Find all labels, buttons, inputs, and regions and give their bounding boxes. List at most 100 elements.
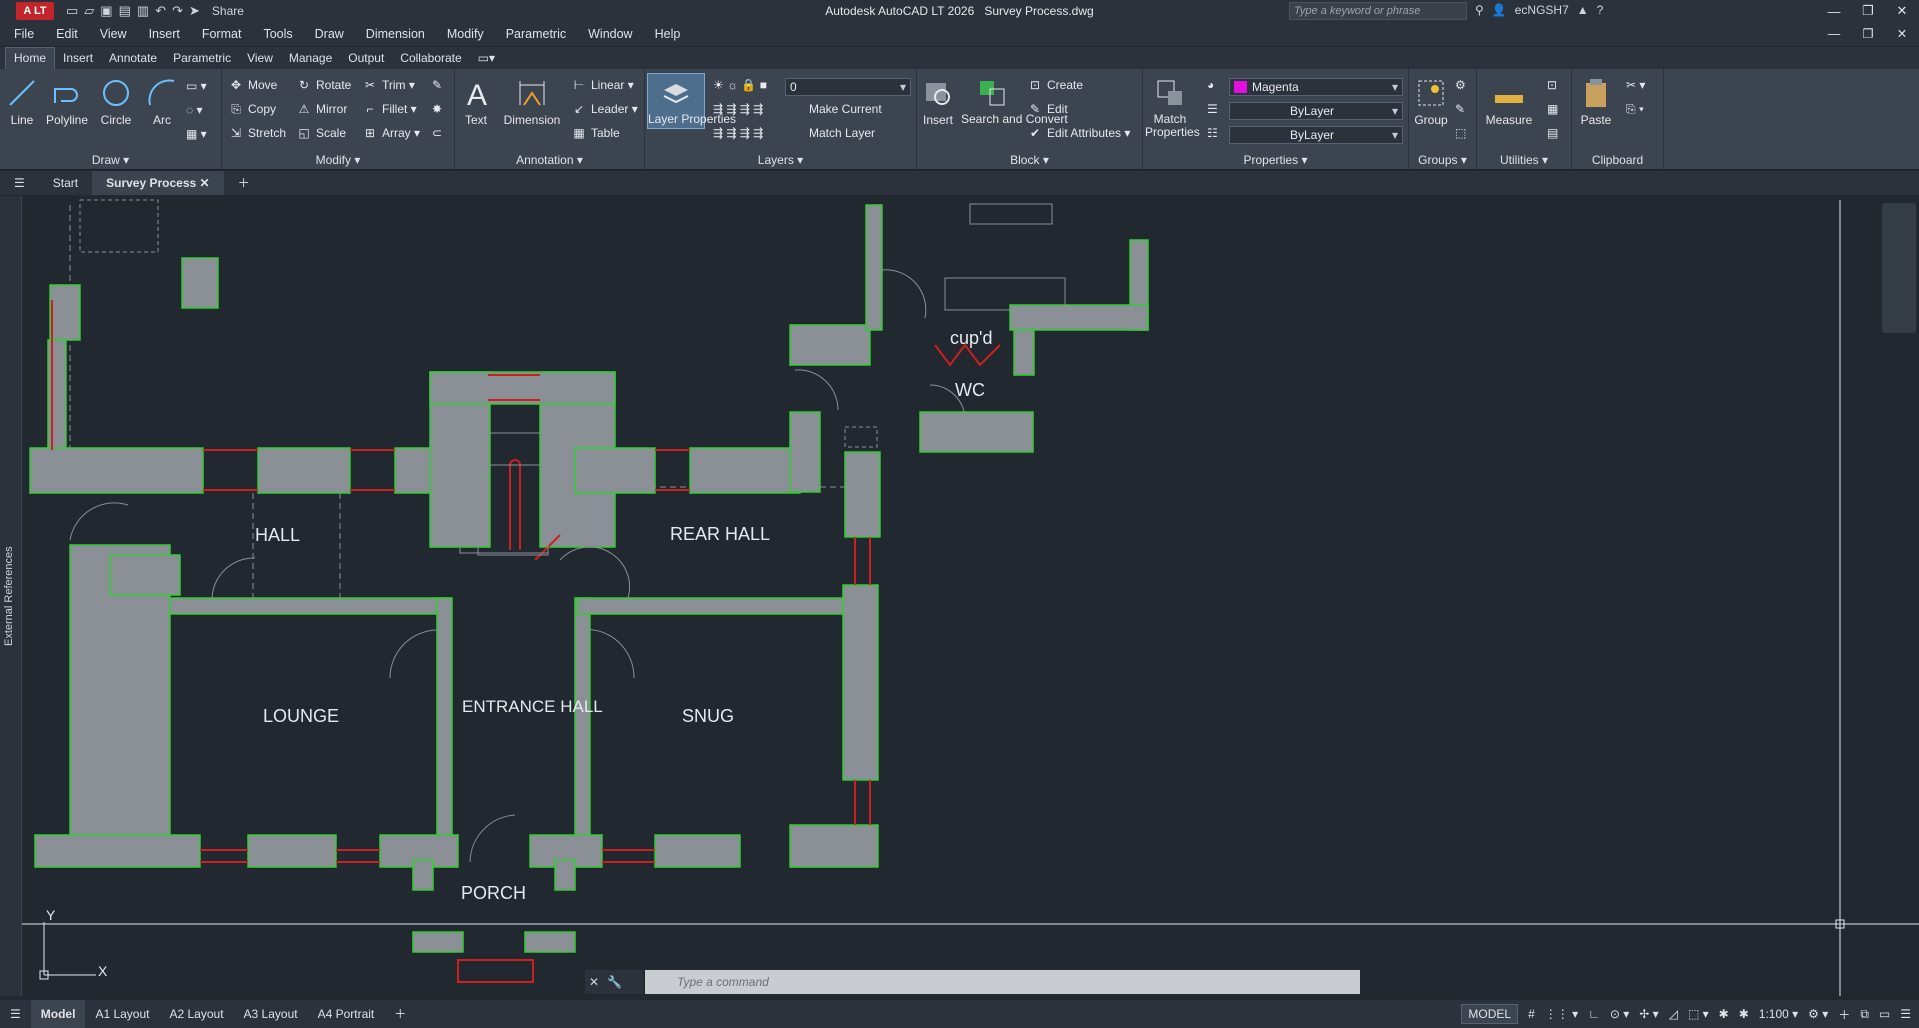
- user-icon[interactable]: 👤: [1492, 3, 1507, 17]
- customize-icon[interactable]: ☰: [1900, 1007, 1911, 1021]
- linear-tool[interactable]: ⊢ Linear ▾: [571, 78, 634, 94]
- match-properties-button[interactable]: Match Properties: [1145, 77, 1200, 139]
- layout-tab-a4-portrait[interactable]: A4 Portrait: [308, 1000, 385, 1028]
- utilities-panel-label[interactable]: Utilities ▾: [1477, 153, 1571, 167]
- clean-screen-icon[interactable]: ▭: [1879, 1007, 1890, 1021]
- insert-button[interactable]: Insert: [921, 77, 955, 127]
- properties-panel-label[interactable]: Properties ▾: [1143, 153, 1408, 167]
- menu-edit[interactable]: Edit: [56, 27, 78, 41]
- menu-window[interactable]: Window: [588, 27, 632, 41]
- layout-tab-a3[interactable]: A3 Layout: [234, 1000, 308, 1028]
- paste-button[interactable]: Paste: [1576, 77, 1616, 127]
- save-icon[interactable]: ▣: [100, 3, 112, 19]
- tab-parametric[interactable]: Parametric: [165, 48, 239, 69]
- selection-cycling-icon[interactable]: ⬚ ▾: [1688, 1007, 1709, 1021]
- rotate-tool[interactable]: ↻ Rotate: [296, 78, 351, 94]
- make-current-button[interactable]: Make Current: [809, 102, 882, 116]
- menu-help[interactable]: Help: [655, 27, 681, 41]
- menu-parametric[interactable]: Parametric: [506, 27, 566, 41]
- layout-tab-a1[interactable]: A1 Layout: [85, 1000, 159, 1028]
- hatch-icon[interactable]: ◌ ▾: [186, 103, 203, 117]
- circle-tool[interactable]: Circle: [98, 77, 134, 127]
- menu-dimension[interactable]: Dimension: [366, 27, 425, 41]
- autodesk-icon[interactable]: ▲: [1577, 3, 1589, 17]
- color-dropdown[interactable]: Magenta: [1229, 78, 1403, 96]
- create-block-button[interactable]: ⊡ Create: [1027, 78, 1083, 94]
- new-icon[interactable]: ▭: [66, 3, 78, 19]
- arc-tool[interactable]: Arc: [144, 77, 180, 127]
- text-tool[interactable]: A Text: [461, 77, 491, 127]
- layout-tab-a2[interactable]: A2 Layout: [159, 1000, 233, 1028]
- grid-icon[interactable]: #: [1528, 1007, 1535, 1021]
- save-as-icon[interactable]: ▤: [119, 3, 131, 19]
- layers-panel-label[interactable]: Layers ▾: [645, 153, 916, 167]
- measure-button[interactable]: Measure: [1481, 77, 1537, 127]
- ortho-icon[interactable]: ∟: [1588, 1007, 1600, 1021]
- help-icon[interactable]: ?: [1597, 3, 1604, 17]
- trim-tool[interactable]: ✂ Trim ▾: [362, 78, 415, 94]
- cut-icon[interactable]: ✂ ▾: [1626, 78, 1645, 92]
- drawing-canvas[interactable]: Y X cup'd WC HALL REAR HALL LOUNGE ENTRA…: [0, 196, 1919, 996]
- tab-insert[interactable]: Insert: [55, 48, 101, 69]
- annotation-panel-label[interactable]: Annotation ▾: [455, 153, 644, 167]
- array-tool[interactable]: ⊞ Array ▾: [362, 126, 420, 142]
- menu-format[interactable]: Format: [202, 27, 242, 41]
- external-references-label[interactable]: External References: [3, 526, 15, 646]
- menu-modify[interactable]: Modify: [447, 27, 484, 41]
- doc-restore-icon[interactable]: ❐: [1851, 22, 1885, 46]
- line-tool[interactable]: Line: [6, 77, 38, 127]
- fillet-tool[interactable]: ⌐ Fillet ▾: [362, 102, 416, 118]
- annotation-visibility-icon[interactable]: ✱: [1719, 1007, 1729, 1021]
- workspace-toggle-icon[interactable]: ▭▾: [470, 48, 503, 69]
- menu-file[interactable]: File: [14, 27, 34, 41]
- stretch-tool[interactable]: ⇲ Stretch: [228, 126, 286, 142]
- offset-icon[interactable]: ⊂: [432, 126, 442, 140]
- copy-tool[interactable]: ⎘ Copy: [228, 102, 276, 118]
- dimension-tool[interactable]: Dimension: [501, 77, 563, 127]
- color-wheel-icon[interactable]: ◕: [1207, 78, 1214, 92]
- new-tab-icon[interactable]: ＋: [224, 171, 264, 195]
- settings-gear-icon[interactable]: ⚙ ▾: [1808, 1007, 1828, 1021]
- tab-close-icon[interactable]: ✕: [200, 176, 210, 190]
- menu-insert[interactable]: Insert: [149, 27, 180, 41]
- add-layout-icon[interactable]: ＋: [384, 1000, 416, 1028]
- share-button[interactable]: Share: [212, 4, 244, 18]
- layer-properties-button[interactable]: Layer Properties: [647, 73, 736, 129]
- command-close-icon[interactable]: ✕: [589, 975, 599, 989]
- ungroup-icon[interactable]: ⚙: [1455, 78, 1466, 92]
- region-icon[interactable]: ▦ ▾: [186, 127, 207, 141]
- tab-output[interactable]: Output: [340, 48, 392, 69]
- edit-attributes-button[interactable]: ✔ Edit Attributes ▾: [1027, 126, 1130, 142]
- tab-view[interactable]: View: [239, 48, 281, 69]
- draw-panel-label[interactable]: Draw ▾: [0, 153, 221, 167]
- command-input[interactable]: Type a command: [645, 970, 1360, 994]
- group-button[interactable]: Group: [1413, 77, 1449, 127]
- doc-minimize-icon[interactable]: —: [1817, 22, 1851, 46]
- explode-icon[interactable]: ✸: [432, 102, 442, 116]
- command-customize-icon[interactable]: 🔧: [607, 975, 622, 989]
- menu-view[interactable]: View: [100, 27, 127, 41]
- add-icon[interactable]: ＋: [1838, 1006, 1850, 1023]
- annotation-scale-value[interactable]: 1:100 ▾: [1759, 1007, 1798, 1021]
- layer-dropdown[interactable]: 0: [785, 78, 911, 96]
- lineweight-icon[interactable]: ☷: [1207, 126, 1218, 140]
- mirror-tool[interactable]: ⚠ Mirror: [296, 102, 348, 118]
- edit-block-button[interactable]: ✎ Edit: [1027, 102, 1068, 118]
- share-icon[interactable]: ➤: [189, 3, 200, 19]
- tab-manage[interactable]: Manage: [281, 48, 340, 69]
- menu-draw[interactable]: Draw: [315, 27, 344, 41]
- redo-icon[interactable]: ↷: [172, 3, 183, 19]
- polyline-tool[interactable]: Polyline: [44, 77, 90, 127]
- rectangle-icon[interactable]: ▭ ▾: [186, 79, 207, 93]
- calculator-icon[interactable]: ▤: [1547, 126, 1558, 140]
- layout-menu-icon[interactable]: ☰: [0, 1000, 31, 1028]
- tab-home[interactable]: Home: [5, 47, 56, 69]
- layer-tools-row1[interactable]: ⇶ ⇶ ⇶ ⇶: [713, 102, 763, 116]
- menu-tools[interactable]: Tools: [263, 27, 292, 41]
- undo-icon[interactable]: ↶: [155, 3, 166, 19]
- minimize-icon[interactable]: —: [1817, 0, 1851, 22]
- linetype-dropdown[interactable]: ByLayer: [1229, 102, 1403, 120]
- erase-icon[interactable]: ✎: [432, 78, 442, 92]
- tab-start[interactable]: Start: [39, 171, 92, 195]
- doc-close-icon[interactable]: ✕: [1885, 22, 1919, 46]
